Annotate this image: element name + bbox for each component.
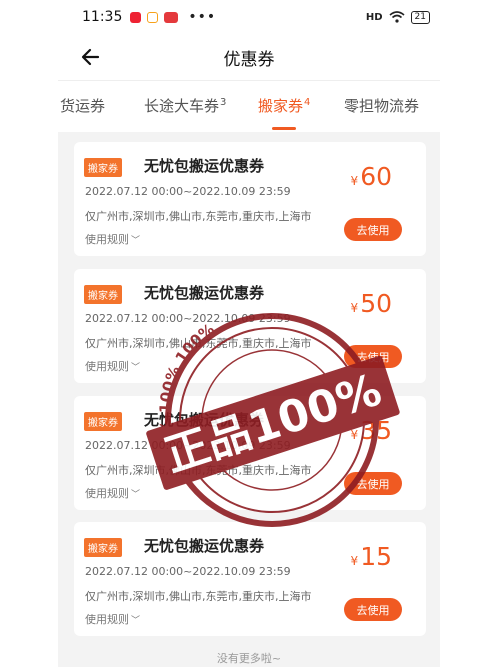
wifi-icon xyxy=(389,11,405,23)
coupon-title: 无忧包搬运优惠券 xyxy=(144,157,265,175)
coupon-price: ¥50 xyxy=(351,289,392,318)
use-coupon-button[interactable]: 去使用 xyxy=(344,345,402,368)
status-time: 11:35 xyxy=(82,9,123,25)
coupon-amount: 60 xyxy=(360,162,392,191)
use-coupon-button[interactable]: 去使用 xyxy=(344,598,402,621)
page-title: 优惠券 xyxy=(223,49,275,70)
coupon-card: 搬家券 无忧包搬运优惠券 2022.07.12 00:00~2022.10.09… xyxy=(74,142,426,256)
usage-rules-label: 使用规则 xyxy=(85,233,129,246)
tab-label: 零担物流券 xyxy=(344,97,420,115)
coupon-card: 搬家券 无忧包搬运优惠券 2022.07.12 00:00~2022.10.09… xyxy=(74,522,426,636)
tab-label: 长途大车券 xyxy=(144,97,220,115)
chevron-down-icon: ﹀ xyxy=(131,490,141,500)
coupon-type-badge: 搬家券 xyxy=(84,285,122,304)
status-right: HD 21 xyxy=(365,10,430,24)
coupon-card: 搬家券 无忧包搬运优惠券 2022.07.12 00:00~2022.10.09… xyxy=(74,396,426,510)
coupon-cities: 仅广州市,深圳市,佛山市,东莞市,重庆市,上海市 xyxy=(85,210,312,223)
currency-symbol: ¥ xyxy=(350,174,359,188)
usage-rules-label: 使用规则 xyxy=(85,613,129,626)
tab-ltl[interactable]: 零担物流券 xyxy=(344,95,419,116)
more-notifications-icon: ••• xyxy=(188,9,217,25)
currency-symbol: ¥ xyxy=(350,554,359,568)
tab-freight[interactable]: 货运券 xyxy=(60,95,105,116)
coupon-type-badge: 搬家券 xyxy=(84,538,122,557)
coupon-type-badge: 搬家券 xyxy=(84,158,122,177)
coupon-title: 无忧包搬运优惠券 xyxy=(144,537,265,555)
use-coupon-button[interactable]: 去使用 xyxy=(344,218,402,241)
coupon-title: 无忧包搬运优惠券 xyxy=(144,411,265,429)
notification-icons xyxy=(130,11,179,23)
coupon-amount: 15 xyxy=(360,542,392,571)
coupon-type-badge: 搬家券 xyxy=(84,412,122,431)
usage-rules-link[interactable]: 使用规则 ﹀ xyxy=(85,358,140,374)
app-notification-icon xyxy=(147,11,159,23)
coupon-card: 搬家券 无忧包搬运优惠券 2022.07.12 00:00~2022.10.09… xyxy=(74,269,426,383)
chevron-down-icon: ﹀ xyxy=(131,236,141,246)
coupon-amount: 35 xyxy=(360,416,392,445)
usage-rules-link[interactable]: 使用规则 ﹀ xyxy=(85,611,140,627)
currency-symbol: ¥ xyxy=(350,301,359,315)
tab-count: 4 xyxy=(304,97,311,108)
coupon-cities: 仅广州市,深圳市,佛山市,东莞市,重庆市,上海市 xyxy=(85,590,312,603)
coupon-validity: 2022.07.12 00:00~2022.10.09 23:59 xyxy=(85,312,291,325)
app-notification-icon xyxy=(164,11,179,23)
signal-icon: HD xyxy=(365,11,383,23)
status-bar: 11:35 ••• HD 21 xyxy=(58,0,440,34)
coupon-title: 无忧包搬运优惠券 xyxy=(144,284,265,302)
coupon-price: ¥35 xyxy=(351,416,392,445)
tab-label: 货运券 xyxy=(60,97,106,115)
coupon-validity: 2022.07.12 00:00~2022.10.09 23:59 xyxy=(85,439,291,452)
chevron-down-icon: ﹀ xyxy=(131,616,141,626)
coupon-cities: 仅广州市,深圳市,佛山市,东莞市,重庆市,上海市 xyxy=(85,337,312,350)
usage-rules-label: 使用规则 xyxy=(85,487,129,500)
coupon-validity: 2022.07.12 00:00~2022.10.09 23:59 xyxy=(85,565,291,578)
phone-screen: 11:35 ••• HD 21 优惠券 货运券 长途大车券3 搬家券4 零担物流… xyxy=(58,0,440,667)
tab-long-haul[interactable]: 长途大车券3 xyxy=(144,95,226,116)
back-arrow-icon[interactable] xyxy=(78,44,104,70)
coupon-cities: 仅广州市,深圳市,佛山市,东莞市,重庆市,上海市 xyxy=(85,464,312,477)
coupon-price: ¥60 xyxy=(351,162,392,191)
tab-count: 3 xyxy=(220,97,227,108)
tab-moving[interactable]: 搬家券4 xyxy=(258,95,310,116)
coupon-validity: 2022.07.12 00:00~2022.10.09 23:59 xyxy=(85,185,291,198)
nav-header: 优惠券 xyxy=(58,34,440,80)
usage-rules-link[interactable]: 使用规则 ﹀ xyxy=(85,231,140,247)
no-more-text: 没有更多啦~ xyxy=(216,652,282,665)
active-tab-indicator xyxy=(272,127,296,130)
use-coupon-button[interactable]: 去使用 xyxy=(344,472,402,495)
currency-symbol: ¥ xyxy=(350,428,359,442)
coupon-tabs: 货运券 长途大车券3 搬家券4 零担物流券 xyxy=(58,80,440,132)
coupon-amount: 50 xyxy=(360,289,392,318)
usage-rules-label: 使用规则 xyxy=(85,360,129,373)
battery-icon: 21 xyxy=(410,10,430,24)
tab-label: 搬家券 xyxy=(258,97,304,115)
app-notification-icon xyxy=(130,11,142,23)
usage-rules-link[interactable]: 使用规则 ﹀ xyxy=(85,485,140,501)
chevron-down-icon: ﹀ xyxy=(131,363,141,373)
coupon-price: ¥15 xyxy=(351,542,392,571)
